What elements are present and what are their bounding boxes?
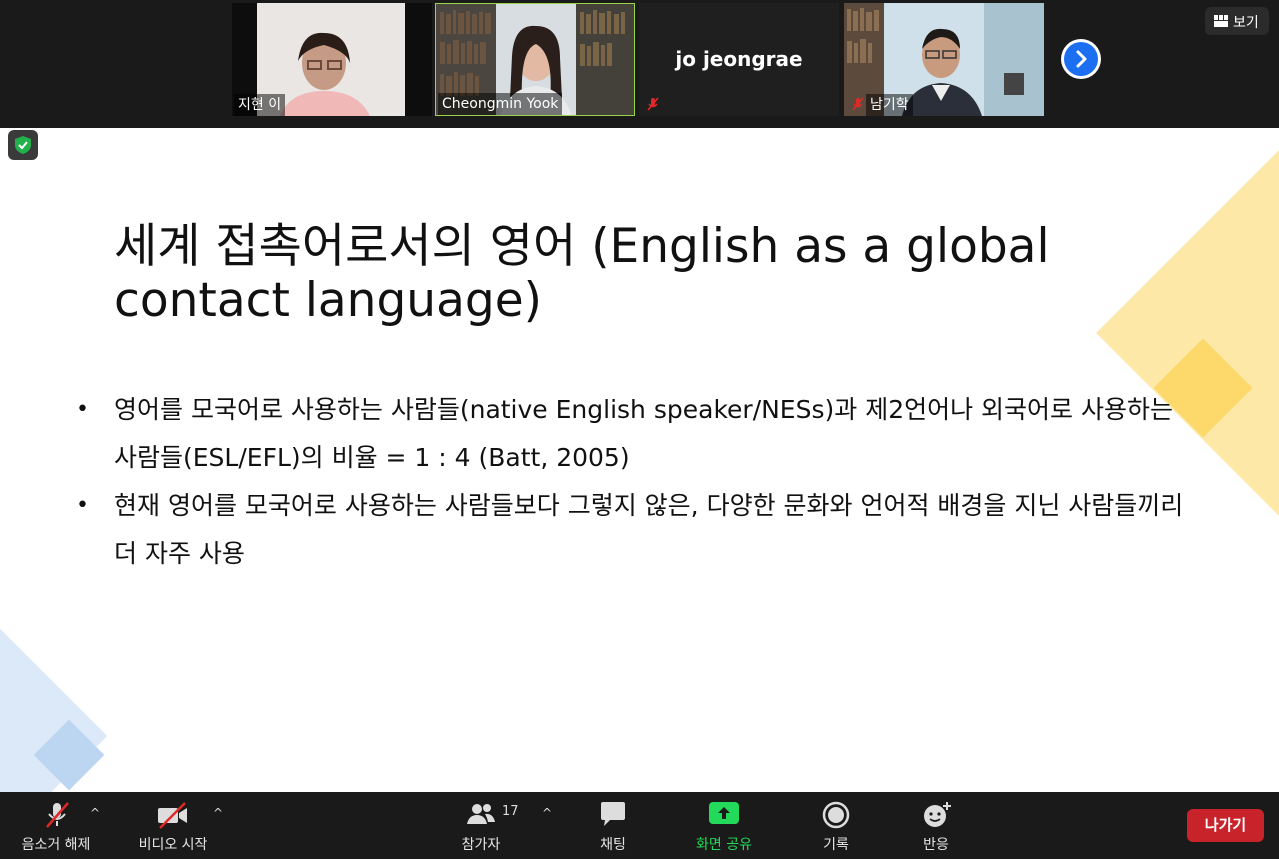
view-label: 보기 <box>1233 15 1259 31</box>
share-screen-button[interactable]: 화면 공유 <box>686 792 762 859</box>
participants-label: 참가자 <box>461 837 501 853</box>
chat-label: 채팅 <box>600 837 626 853</box>
record-label: 기록 <box>823 837 849 853</box>
share-screen-icon <box>709 802 739 824</box>
record-button[interactable]: 기록 <box>808 792 864 859</box>
participant-name-4: 남기학 <box>866 94 913 116</box>
slide-bullet-list: 영어를 모국어로 사용하는 사람들(native English speaker… <box>76 386 1196 578</box>
participants-options-caret[interactable]: ^ <box>542 806 552 820</box>
reactions-button[interactable]: 반응 <box>908 792 964 859</box>
video-options-caret[interactable]: ^ <box>213 806 223 820</box>
slide-bullet-1: 영어를 모국어로 사용하는 사람들(native English speaker… <box>76 386 1196 482</box>
participant-tile-2-active-speaker[interactable]: Cheongmin Yook <box>435 3 635 116</box>
meeting-toolbar: 음소거 해제 ^ 비디오 시작 ^ 참가자 17 ^ 채팅 화면 공유 기록 반… <box>0 792 1279 859</box>
slide-title: 세계 접촉어로서의 영어 (English as a global contac… <box>114 219 1050 328</box>
participant-name-1: 지현 이 <box>234 94 286 116</box>
share-screen-label: 화면 공유 <box>696 837 752 853</box>
slide-bullet-2: 현재 영어를 모국어로 사용하는 사람들보다 그렇지 않은, 다양한 문화와 언… <box>76 482 1196 578</box>
participant-tile-4[interactable]: 남기학 <box>844 3 1044 116</box>
chevron-right-icon <box>1076 50 1087 68</box>
unmute-button[interactable]: 음소거 해제 <box>10 792 102 859</box>
mic-muted-icon <box>647 97 659 111</box>
participants-icon <box>467 804 495 824</box>
participant-display-name-3: jo jeongrae <box>675 47 803 71</box>
record-icon <box>822 801 850 829</box>
shared-slide: 세계 접촉어로서의 영어 (English as a global contac… <box>0 128 1279 792</box>
participant-tile-1[interactable]: 지현 이 <box>232 3 432 116</box>
video-gallery-strip: 지현 이 Cheongmin Yook jo jeongrae 남기학 보기 <box>0 0 1279 128</box>
next-page-button[interactable] <box>1061 39 1101 79</box>
encryption-status-button[interactable] <box>8 130 38 160</box>
audio-options-caret[interactable]: ^ <box>90 806 100 820</box>
grid-view-icon <box>1214 15 1228 27</box>
chat-icon <box>601 802 625 826</box>
view-button[interactable]: 보기 <box>1205 7 1269 35</box>
start-video-button[interactable]: 비디오 시작 <box>128 792 218 859</box>
participants-count: 17 <box>502 804 519 819</box>
reactions-label: 반응 <box>923 837 949 853</box>
start-video-label: 비디오 시작 <box>138 837 208 853</box>
chat-button[interactable]: 채팅 <box>585 792 641 859</box>
participant-tile-3[interactable]: jo jeongrae <box>639 3 839 116</box>
mic-muted-icon <box>46 802 69 828</box>
leave-meeting-button[interactable]: 나가기 <box>1187 809 1264 842</box>
participant-name-2: Cheongmin Yook <box>438 93 563 115</box>
reaction-icon <box>924 802 951 827</box>
mic-muted-icon <box>852 97 864 111</box>
video-off-icon <box>158 802 187 829</box>
unmute-label: 음소거 해제 <box>21 837 91 853</box>
shield-check-icon <box>15 136 31 154</box>
participants-button[interactable]: 참가자 <box>446 792 516 859</box>
